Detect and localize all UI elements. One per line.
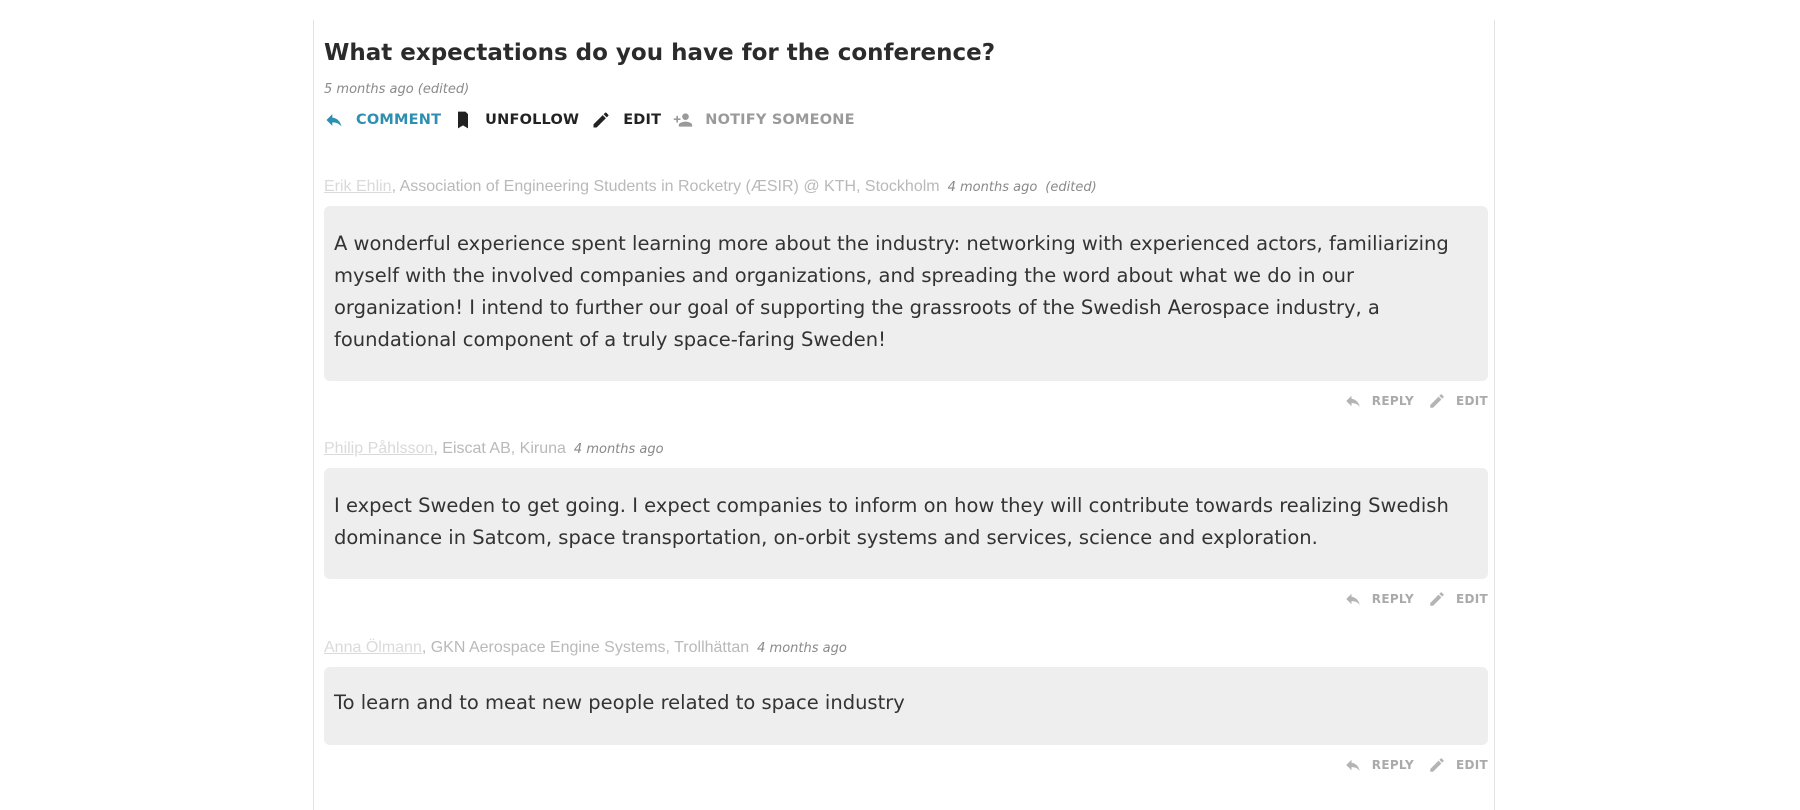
edit-comment-button[interactable]: EDIT (1428, 756, 1488, 774)
edit-comment-button[interactable]: EDIT (1428, 392, 1488, 410)
comment-affiliation: , Association of Engineering Students in… (391, 178, 940, 195)
comment-header: Anna Ölmann, GKN Aerospace Engine System… (324, 639, 1488, 661)
question-meta: 5 months ago (edited) (324, 82, 470, 97)
comment-actions: REPLY EDIT (324, 755, 1488, 775)
bookmark-icon (458, 111, 469, 129)
reply-label: REPLY (1371, 592, 1414, 606)
question-actions: COMMENT UNFOLLOW EDIT NOTIFY SOMEONE (324, 110, 867, 130)
edit-comment-label: EDIT (1455, 592, 1488, 606)
edit-comment-button[interactable]: EDIT (1428, 590, 1488, 608)
comment-actions: REPLY EDIT (324, 391, 1488, 411)
person-add-icon (674, 113, 693, 127)
pencil-icon (1430, 394, 1444, 408)
reply-label: REPLY (1371, 758, 1414, 772)
pencil-icon (1430, 758, 1444, 772)
unfollow-label: UNFOLLOW (485, 112, 580, 128)
edit-comment-label: EDIT (1455, 758, 1488, 772)
comment-affiliation: , GKN Aerospace Engine Systems, Trollhät… (421, 639, 750, 656)
reply-icon (1346, 759, 1360, 771)
pencil-icon (593, 112, 609, 128)
reply-icon (326, 114, 342, 127)
reply-button[interactable]: REPLY (1344, 756, 1414, 774)
comment-author[interactable]: Erik Ehlin (324, 178, 392, 195)
comment-author[interactable]: Philip Påhlsson (324, 440, 433, 457)
edit-comment-label: EDIT (1455, 394, 1488, 408)
comment-item: Anna Ölmann, GKN Aerospace Engine System… (324, 639, 1488, 775)
comment-header: Philip Påhlsson, Eiscat AB, Kiruna 4 mont… (324, 440, 1488, 462)
notify-someone-button[interactable]: NOTIFY SOMEONE (673, 110, 855, 130)
edit-label: EDIT (623, 112, 662, 128)
comment-edited: (edited) (1045, 180, 1097, 195)
notify-label: NOTIFY SOMEONE (705, 112, 855, 128)
reply-label: REPLY (1371, 394, 1414, 408)
comment-item: Erik Ehlin, Association of Engineering S… (324, 178, 1488, 411)
comment-button[interactable]: COMMENT (324, 110, 441, 130)
comment-time: 4 months ago (947, 180, 1038, 195)
reply-button[interactable]: REPLY (1344, 590, 1414, 608)
comment-header: Erik Ehlin, Association of Engineering S… (324, 178, 1488, 200)
comment-author[interactable]: Anna Ölmann (324, 639, 422, 656)
comment-time: 4 months ago (573, 442, 664, 457)
comment-time: 4 months ago (757, 641, 847, 656)
comment-body: I expect Sweden to get going. I expect c… (324, 468, 1488, 579)
comment-body: To learn and to meat new people related … (324, 667, 1488, 745)
reply-icon (1346, 593, 1360, 605)
question-panel: What expectations do you have for the co… (313, 20, 1495, 810)
question-title: What expectations do you have for the co… (324, 40, 996, 66)
pencil-icon (1430, 592, 1444, 606)
reply-button[interactable]: REPLY (1344, 392, 1414, 410)
comment-body: A wonderful experience spent learning mo… (324, 206, 1488, 381)
comment-affiliation: , Eiscat AB, Kiruna (433, 440, 566, 457)
comment-item: Philip Påhlsson, Eiscat AB, Kiruna 4 mont… (324, 440, 1488, 609)
reply-icon (1346, 395, 1360, 407)
comment-actions: REPLY EDIT (324, 589, 1488, 609)
unfollow-button[interactable]: UNFOLLOW (453, 110, 579, 130)
edit-button[interactable]: EDIT (591, 110, 661, 130)
comment-label: COMMENT (356, 112, 442, 128)
